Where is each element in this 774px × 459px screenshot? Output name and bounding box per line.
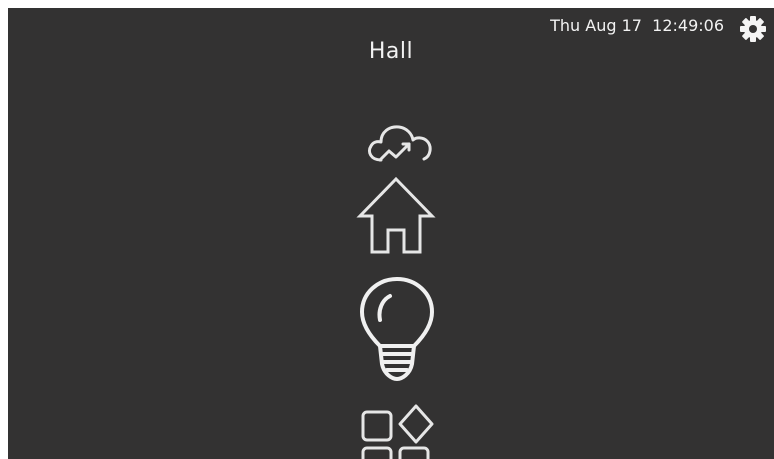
lighting-nav-button[interactable]	[358, 276, 436, 384]
apps-grid-icon	[361, 404, 434, 459]
page-title: Hall	[368, 39, 414, 64]
house-icon	[356, 176, 436, 254]
app-screen: Hall Thu Aug 17 12:49:06	[8, 8, 774, 459]
datetime-display: Thu Aug 17 12:49:06	[550, 16, 724, 35]
settings-button[interactable]	[738, 14, 768, 44]
weather-nav-button[interactable]	[361, 114, 439, 172]
gear-icon	[740, 16, 766, 42]
home-nav-button[interactable]	[356, 176, 436, 254]
apps-nav-button[interactable]	[360, 404, 440, 459]
cloud-trend-icon	[367, 125, 432, 162]
lightbulb-icon	[360, 277, 434, 381]
